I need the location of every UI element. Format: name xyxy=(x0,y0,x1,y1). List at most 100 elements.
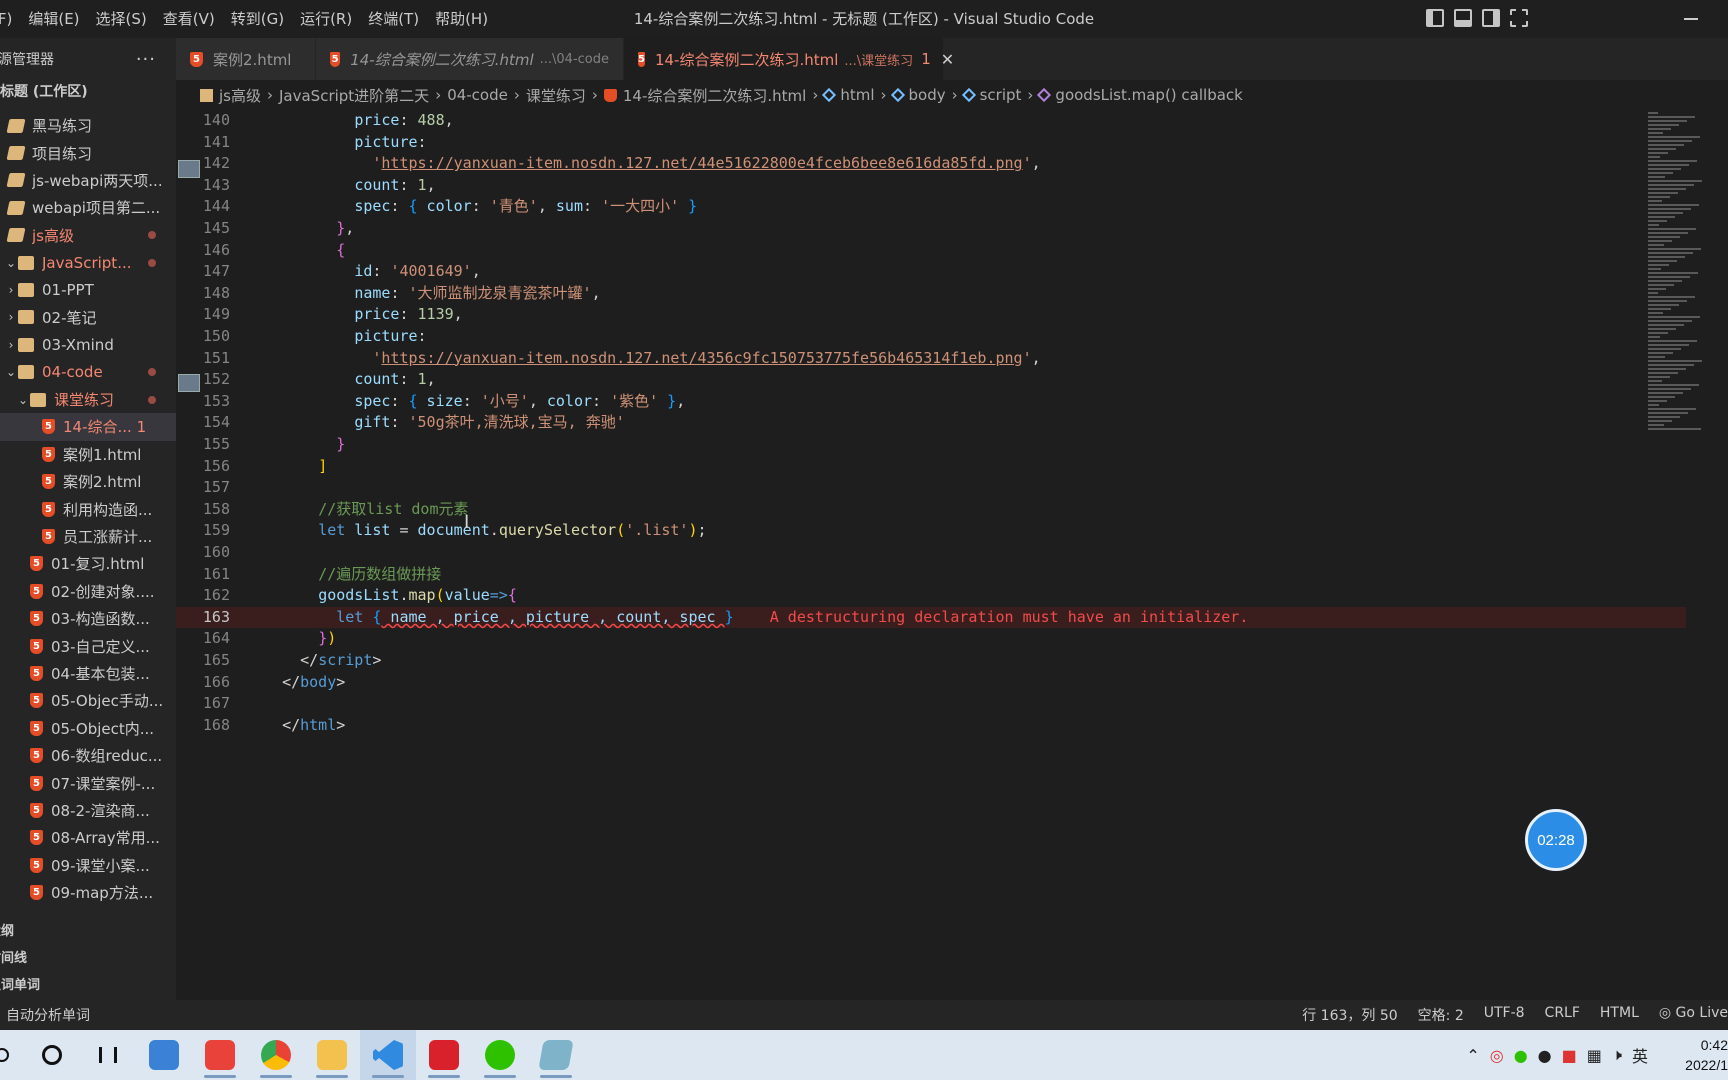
tree-item[interactable]: 5 07-课堂案例-... xyxy=(0,769,176,796)
tree-item[interactable]: 5 09-课堂小案... xyxy=(0,852,176,879)
breadcrumb-item[interactable]: body xyxy=(890,86,946,104)
tree-item[interactable]: ⌄ 04-code xyxy=(0,359,176,386)
menu-item[interactable]: 查看(V) xyxy=(155,0,223,38)
tree-item[interactable]: 5 案例2.html xyxy=(0,468,176,495)
sidebar-section-1[interactable]: 时间线 xyxy=(0,945,176,972)
tree-item[interactable]: 5 04-基本包装... xyxy=(0,660,176,687)
breadcrumb-separator-icon: › xyxy=(435,86,442,104)
tree-item[interactable]: ⌄ JavaScript... xyxy=(0,249,176,276)
tree-item[interactable]: js-webapi两天项... xyxy=(0,167,176,194)
more-actions-icon[interactable]: ··· xyxy=(136,49,156,70)
input-lang[interactable]: 英 xyxy=(1632,1043,1648,1067)
tray-red-icon[interactable]: ■ xyxy=(1562,1046,1577,1065)
sidebar-section-0[interactable]: 大纲 xyxy=(0,918,176,945)
tree-item[interactable]: 5 05-Objec手动... xyxy=(0,687,176,714)
minimap[interactable] xyxy=(1648,110,1708,450)
close-icon[interactable]: ✕ xyxy=(941,50,954,69)
tree-item[interactable]: 5 01-复习.html xyxy=(0,550,176,577)
language-mode[interactable]: HTML xyxy=(1600,1005,1639,1025)
tree-item[interactable]: 5 员工涨薪计... xyxy=(0,523,176,550)
sidebar-section-2[interactable]: 生词单词 xyxy=(0,972,176,999)
workspace-title[interactable]: 无标题 (工作区) xyxy=(0,80,176,104)
breadcrumb-item[interactable]: 课堂练习 xyxy=(526,85,586,106)
wechat-tray-icon[interactable]: ● xyxy=(1514,1046,1528,1065)
editor-tab[interactable]: 5 案例2.html xyxy=(176,38,316,80)
tree-item[interactable]: webapi项目第二... xyxy=(0,194,176,221)
breadcrumb-item[interactable]: 14-综合案例二次练习.html xyxy=(603,85,806,106)
editor-tab[interactable]: 5 14-综合案例二次练习.html ...\04-code xyxy=(316,38,624,80)
cursor-position[interactable]: 行 163，列 50 xyxy=(1302,1005,1397,1025)
tree-item[interactable]: 5 08-Array常用... xyxy=(0,824,176,851)
go-live-button[interactable]: ◎ Go Live xyxy=(1659,1005,1728,1025)
code-token: ( xyxy=(616,521,626,540)
chevron-up-icon[interactable]: ⌃ xyxy=(1466,1046,1479,1065)
tree-item[interactable]: 5 14-综合... 1 xyxy=(0,413,176,441)
tree-item[interactable]: 5 03-自己定义... xyxy=(0,632,176,659)
tree-item[interactable]: ⌄ 课堂练习 xyxy=(0,386,176,413)
indentation[interactable]: 空格: 2 xyxy=(1418,1005,1464,1025)
tree-item[interactable]: 项目练习 xyxy=(0,139,176,166)
toggle-primary-sidebar-icon[interactable] xyxy=(1426,9,1444,27)
file-explorer-icon[interactable] xyxy=(304,1030,360,1080)
clock[interactable]: 0:42 2022/1 xyxy=(1658,1035,1728,1075)
toggle-secondary-sidebar-icon[interactable] xyxy=(1482,9,1500,27)
menu-item[interactable]: 文件(F) xyxy=(0,0,20,38)
minimap-line xyxy=(1648,348,1681,350)
code-token: ' xyxy=(1022,348,1032,367)
wps-icon[interactable] xyxy=(192,1030,248,1080)
menu-item[interactable]: 编辑(E) xyxy=(20,0,87,38)
menu-item[interactable]: 终端(T) xyxy=(360,0,427,38)
tree-item[interactable]: 黑马练习 xyxy=(0,112,176,139)
youdao-icon[interactable] xyxy=(416,1030,472,1080)
minimize-button[interactable] xyxy=(1684,18,1698,20)
app-icon[interactable] xyxy=(528,1030,584,1080)
qq-tray-icon[interactable]: ● xyxy=(1538,1046,1552,1065)
customize-layout-icon[interactable] xyxy=(1510,9,1528,27)
tray-app-icon[interactable]: ◎ xyxy=(1490,1046,1504,1065)
search-icon[interactable] xyxy=(24,1030,80,1080)
tree-item[interactable]: 5 02-创建对象.... xyxy=(0,578,176,605)
line-ending[interactable]: CRLF xyxy=(1545,1005,1580,1025)
menu-item[interactable]: 选择(S) xyxy=(88,0,155,38)
vscode-icon[interactable] xyxy=(360,1030,416,1080)
breadcrumb-item[interactable]: js高级 xyxy=(200,85,261,106)
editor-tab[interactable]: 5 14-综合案例二次练习.html ...\课堂练习 1 ✕ xyxy=(624,38,954,80)
breadcrumb-item[interactable]: goodsList.map() callback xyxy=(1037,86,1243,104)
minimap-line xyxy=(1648,260,1677,262)
start-icon[interactable] xyxy=(0,1030,24,1080)
tree-item[interactable]: › 02-笔记 xyxy=(0,304,176,331)
minimap-line xyxy=(1648,212,1683,214)
tree-item[interactable]: 5 08-2-渲染商... xyxy=(0,797,176,824)
tree-item[interactable]: › 03-Xmind xyxy=(0,331,176,358)
tree-item[interactable]: 5 05-Object内... xyxy=(0,715,176,742)
tree-item[interactable]: 510-回流排序... xyxy=(0,906,176,913)
wechat-icon[interactable] xyxy=(472,1030,528,1080)
breadcrumb-item[interactable]: JavaScript进阶第二天 xyxy=(279,85,429,106)
tree-item[interactable]: 5 利用构造函... xyxy=(0,495,176,522)
tree-item[interactable]: 5 09-map方法... xyxy=(0,879,176,906)
input-method-icon[interactable]: ▦ xyxy=(1587,1046,1602,1065)
volume-icon[interactable]: 🕨 xyxy=(1612,1045,1622,1065)
folder-icon xyxy=(18,337,34,352)
tree-item[interactable]: 5 06-数组reduc... xyxy=(0,742,176,769)
line-number: 145 xyxy=(202,219,230,237)
breadcrumb-item[interactable]: 04-code xyxy=(447,86,508,104)
notes-app-icon[interactable] xyxy=(136,1030,192,1080)
tree-item[interactable]: › 01-PPT xyxy=(0,276,176,303)
tree-item[interactable]: 5 案例1.html xyxy=(0,441,176,468)
encoding[interactable]: UTF-8 xyxy=(1484,1005,1525,1025)
timer-widget[interactable]: 02:28 xyxy=(1525,809,1587,871)
text-cursor-icon: I xyxy=(464,512,470,533)
tree-item[interactable]: 5 03-构造函数... xyxy=(0,605,176,632)
code-editor[interactable]: 140 price: 488, 141 picture: 142 'https://… xyxy=(176,110,1696,1000)
tree-item[interactable]: js高级 xyxy=(0,222,176,249)
chrome-icon[interactable] xyxy=(248,1030,304,1080)
task-view-icon[interactable] xyxy=(80,1030,136,1080)
breadcrumb-item[interactable]: html xyxy=(822,86,875,104)
menu-item[interactable]: 运行(R) xyxy=(292,0,360,38)
breadcrumb-item[interactable]: script xyxy=(961,86,1021,104)
menu-item[interactable]: 转到(G) xyxy=(223,0,292,38)
menu-item[interactable]: 帮助(H) xyxy=(427,0,496,38)
status-left-text[interactable]: 自动分析单词 xyxy=(0,1005,90,1025)
toggle-panel-icon[interactable] xyxy=(1454,9,1472,27)
